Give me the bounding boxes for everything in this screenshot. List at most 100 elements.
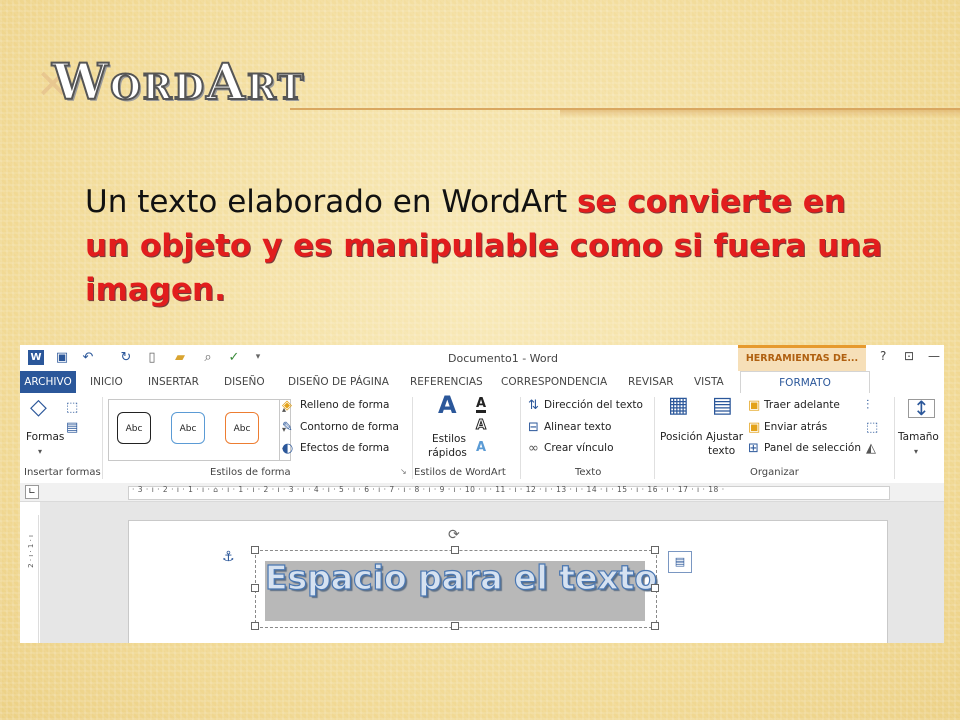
group-organizar: Organizar: [750, 467, 799, 478]
tab-selector-icon[interactable]: ∟: [25, 485, 39, 499]
help-button[interactable]: ?: [880, 349, 886, 363]
body-plain-text: Un texto elaborado en WordArt: [85, 184, 577, 220]
ribbon-display-button[interactable]: ⊡: [904, 349, 914, 363]
position-button[interactable]: Posición: [660, 431, 703, 443]
open-folder-icon[interactable]: ▰: [172, 350, 188, 365]
layout-options-icon[interactable]: ▤: [668, 551, 692, 573]
align-text-icon: ⊟: [528, 420, 539, 435]
text-box-icon[interactable]: ▤: [66, 421, 78, 434]
wrap-text-label-1[interactable]: Ajustar: [706, 431, 743, 443]
group-separator: [102, 397, 103, 479]
tab-referencias[interactable]: REFERENCIAS: [410, 376, 483, 388]
wordart-text[interactable]: Espacio para el texto: [264, 557, 657, 597]
position-icon[interactable]: ▦: [668, 395, 689, 417]
shape-style-orange[interactable]: Abc: [225, 412, 259, 444]
wrap-text-icon[interactable]: ▤: [712, 395, 733, 417]
wordart-style-icon[interactable]: A: [438, 393, 457, 417]
resize-handle[interactable]: [451, 622, 459, 630]
quick-styles-label-2[interactable]: rápidos: [428, 447, 467, 459]
redo-icon[interactable]: ↻: [118, 350, 134, 365]
shape-style-gallery[interactable]: Abc Abc Abc: [108, 399, 280, 461]
text-direction-button[interactable]: Dirección del texto: [544, 399, 643, 411]
text-outline-icon[interactable]: A: [475, 419, 486, 433]
title-bar: W ▣ ↶ ↻ ▯ ▰ ⌕ ✓ ▾ Documento1 - Word HERR…: [20, 345, 944, 371]
group-estilos-de-wordart: Estilos de WordArt: [414, 467, 506, 478]
group-separator: [412, 397, 413, 479]
resize-handle[interactable]: [251, 622, 259, 630]
link-icon: ∞: [528, 441, 539, 456]
fill-bucket-icon: ◈: [282, 398, 292, 413]
effects-icon: ◐: [282, 441, 294, 456]
align-text-button[interactable]: Alinear texto: [544, 421, 611, 433]
bring-forward-icon: ▣: [748, 398, 761, 413]
quick-styles-label-1[interactable]: Estilos: [432, 433, 466, 445]
selection-pane-button[interactable]: Panel de selección: [764, 442, 861, 454]
dialog-launcher-icon[interactable]: ↘: [400, 467, 407, 476]
tab-diseno-de-pagina[interactable]: DISEÑO DE PÁGINA: [288, 376, 389, 388]
group-separator: [654, 397, 655, 479]
shape-effects-button[interactable]: Efectos de forma: [300, 442, 389, 454]
align-objects-icon[interactable]: ⫶: [866, 399, 869, 412]
shapes-dropdown-icon[interactable]: ▾: [38, 447, 42, 456]
save-icon[interactable]: ▣: [54, 350, 70, 365]
group-texto: Texto: [575, 467, 602, 478]
size-icon[interactable]: ↕: [908, 398, 935, 418]
text-effects-icon[interactable]: A: [476, 441, 486, 454]
customize-qat-icon[interactable]: ▾: [250, 350, 266, 365]
send-backward-button[interactable]: Enviar atrás: [764, 421, 827, 433]
shapes-button[interactable]: Formas: [26, 431, 64, 443]
bring-forward-button[interactable]: Traer adelante: [764, 399, 840, 411]
rotate-handle-icon[interactable]: ⟳: [448, 527, 460, 543]
shape-style-blue[interactable]: Abc: [171, 412, 205, 444]
print-preview-icon[interactable]: ⌕: [200, 350, 216, 365]
slide: ✕ WordArt Un texto elaborado en WordArt …: [0, 0, 960, 720]
spelling-icon[interactable]: ✓: [226, 350, 242, 365]
anchor-icon: ⚓: [222, 549, 235, 565]
text-direction-icon: ⇅: [528, 398, 539, 413]
group-estilos-de-forma: Estilos de forma: [210, 467, 291, 478]
tab-insertar[interactable]: INSERTAR: [148, 376, 199, 388]
vertical-ruler-numbers: 2 · ı · 1 · ı: [27, 535, 35, 568]
ruler-numbers: · 3 · ı · 2 · ı · 1 · ı · ⌂ · ı · 1 · ı …: [132, 485, 725, 494]
resize-handle[interactable]: [251, 546, 259, 554]
tab-inicio[interactable]: INICIO: [90, 376, 123, 388]
shape-outline-button[interactable]: Contorno de forma: [300, 421, 399, 433]
create-link-button[interactable]: Crear vínculo: [544, 442, 614, 454]
resize-handle[interactable]: [651, 622, 659, 630]
group-separator: [520, 397, 521, 479]
word-logo-icon: W: [28, 350, 44, 365]
resize-handle[interactable]: [651, 584, 659, 592]
drawing-tools-tab[interactable]: HERRAMIENTAS DE...: [738, 345, 866, 371]
shape-fill-button[interactable]: Relleno de forma: [300, 399, 389, 411]
horizontal-ruler: ∟ · 3 · ı · 2 · ı · 1 · ı · ⌂ · ı · 1 · …: [20, 483, 944, 502]
ribbon-tabs: ARCHIVO INICIO INSERTAR DISEÑO DISEÑO DE…: [20, 371, 944, 394]
word-screenshot: W ▣ ↶ ↻ ▯ ▰ ⌕ ✓ ▾ Documento1 - Word HERR…: [20, 345, 944, 643]
group-insertar-formas: Insertar formas: [24, 467, 101, 478]
rotate-objects-icon[interactable]: ◭: [866, 442, 876, 455]
selection-pane-icon: ⊞: [748, 441, 759, 456]
tab-revisar[interactable]: REVISAR: [628, 376, 674, 388]
tab-correspondencia[interactable]: CORRESPONDENCIA: [501, 376, 607, 388]
resize-handle[interactable]: [451, 546, 459, 554]
tab-archivo[interactable]: ARCHIVO: [20, 371, 76, 393]
edit-shape-icon[interactable]: ⬚: [66, 401, 78, 414]
shape-style-dark[interactable]: Abc: [117, 412, 151, 444]
new-document-icon[interactable]: ▯: [144, 350, 160, 365]
outline-pen-icon: ✎: [282, 420, 293, 435]
tab-vista[interactable]: VISTA: [694, 376, 724, 388]
size-dropdown-icon[interactable]: ▾: [914, 447, 918, 456]
document-title: Documento1 - Word: [448, 352, 558, 365]
vertical-ruler: 2 · ı · 1 · ı: [24, 515, 39, 643]
tab-formato[interactable]: FORMATO: [740, 371, 870, 394]
slide-body: Un texto elaborado en WordArt se convier…: [85, 180, 885, 312]
resize-handle[interactable]: [251, 584, 259, 592]
undo-icon[interactable]: ↶: [80, 350, 96, 365]
shapes-icon[interactable]: ◇: [30, 397, 47, 419]
size-button[interactable]: Tamaño: [898, 431, 939, 443]
text-fill-icon[interactable]: A: [476, 397, 487, 413]
group-objects-icon[interactable]: ⬚: [866, 421, 878, 434]
minimize-button[interactable]: —: [928, 349, 940, 363]
tab-diseno[interactable]: DISEÑO: [224, 376, 265, 388]
resize-handle[interactable]: [651, 546, 659, 554]
wrap-text-label-2[interactable]: texto: [708, 445, 735, 457]
